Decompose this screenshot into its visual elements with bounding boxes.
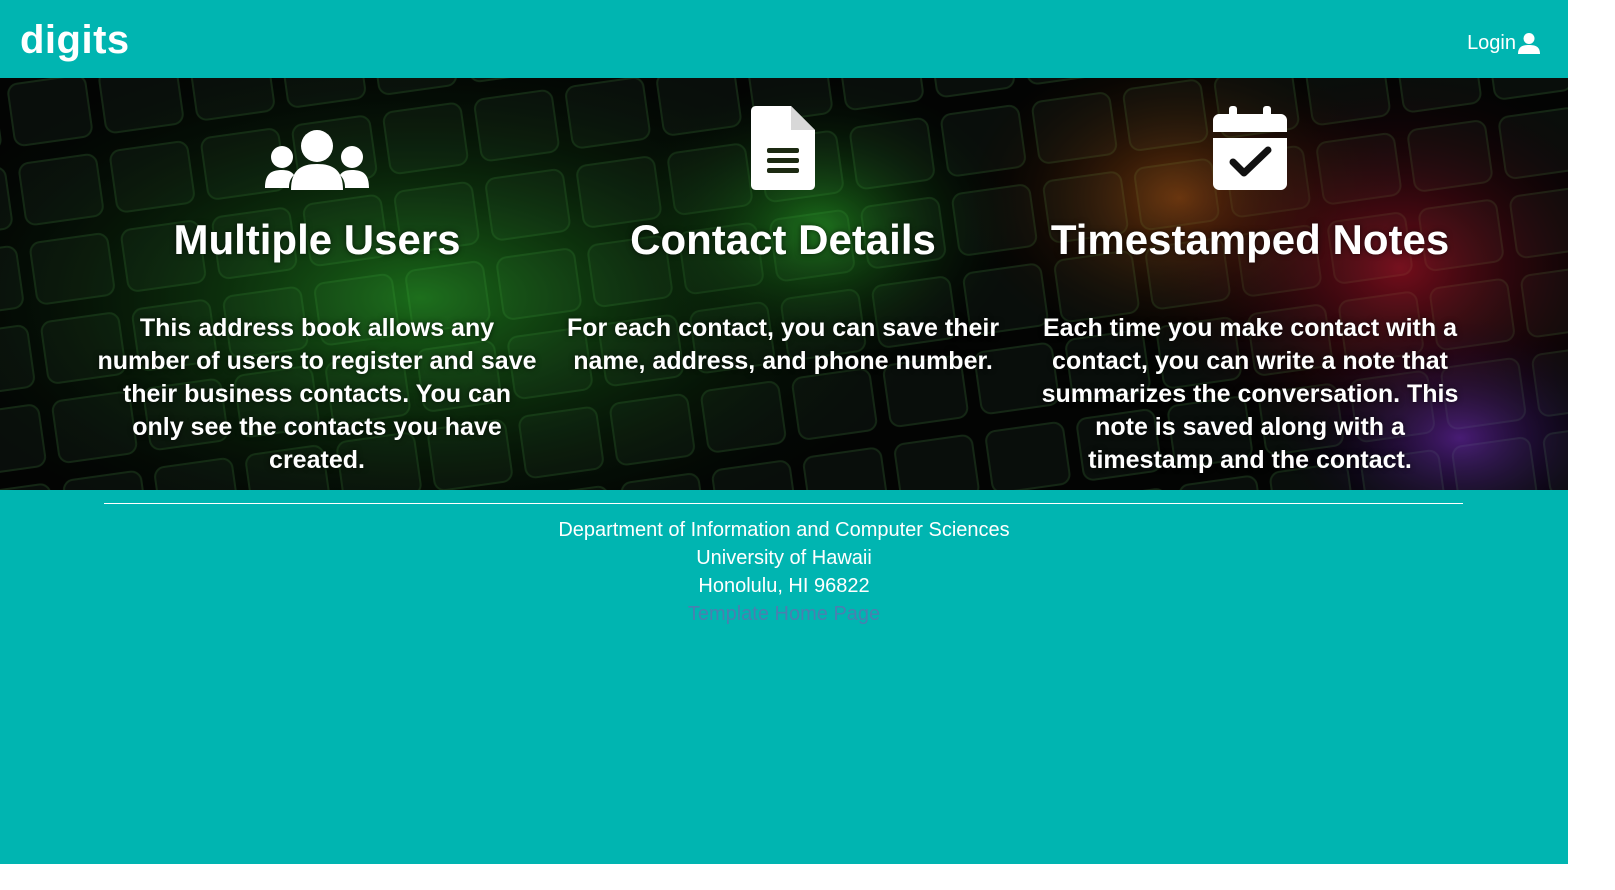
login-label: Login (1467, 32, 1516, 54)
feature-multiple-users: Multiple Users This address book allows … (97, 78, 537, 477)
feature-description: Each time you make contact with a contac… (1041, 314, 1459, 474)
users-icon (265, 130, 369, 190)
footer-university: University of Hawaii (696, 547, 872, 569)
footer-address: Honolulu, HI 96822 (698, 575, 870, 597)
feature-description: This address book allows any number of u… (97, 314, 537, 474)
feature-contact-details: Contact Details For each contact, you ca… (563, 78, 1003, 378)
navbar: digits Login (0, 0, 1568, 78)
feature-description: For each contact, you can save their nam… (566, 314, 1000, 375)
window-edge-bottom (0, 864, 1568, 890)
window-edge-right (1568, 0, 1615, 890)
login-button[interactable]: Login (1467, 30, 1540, 56)
feature-timestamped-notes: Timestamped Notes Each time you make con… (1030, 78, 1470, 477)
feature-title: Contact Details (630, 216, 936, 263)
file-text-icon (751, 106, 815, 190)
page: digits Login Multiple Users This address… (0, 0, 1568, 864)
template-home-link[interactable]: Template Home Page (688, 603, 880, 625)
hero-banner: Multiple Users This address book allows … (0, 78, 1568, 490)
footer-department: Department of Information and Computer S… (558, 519, 1010, 541)
user-icon (1518, 33, 1540, 54)
feature-title: Timestamped Notes (1050, 216, 1450, 263)
feature-title: Multiple Users (173, 216, 461, 263)
calendar-check-icon (1213, 106, 1287, 190)
footer-divider (104, 503, 1463, 504)
brand-link[interactable]: digits (20, 14, 130, 66)
